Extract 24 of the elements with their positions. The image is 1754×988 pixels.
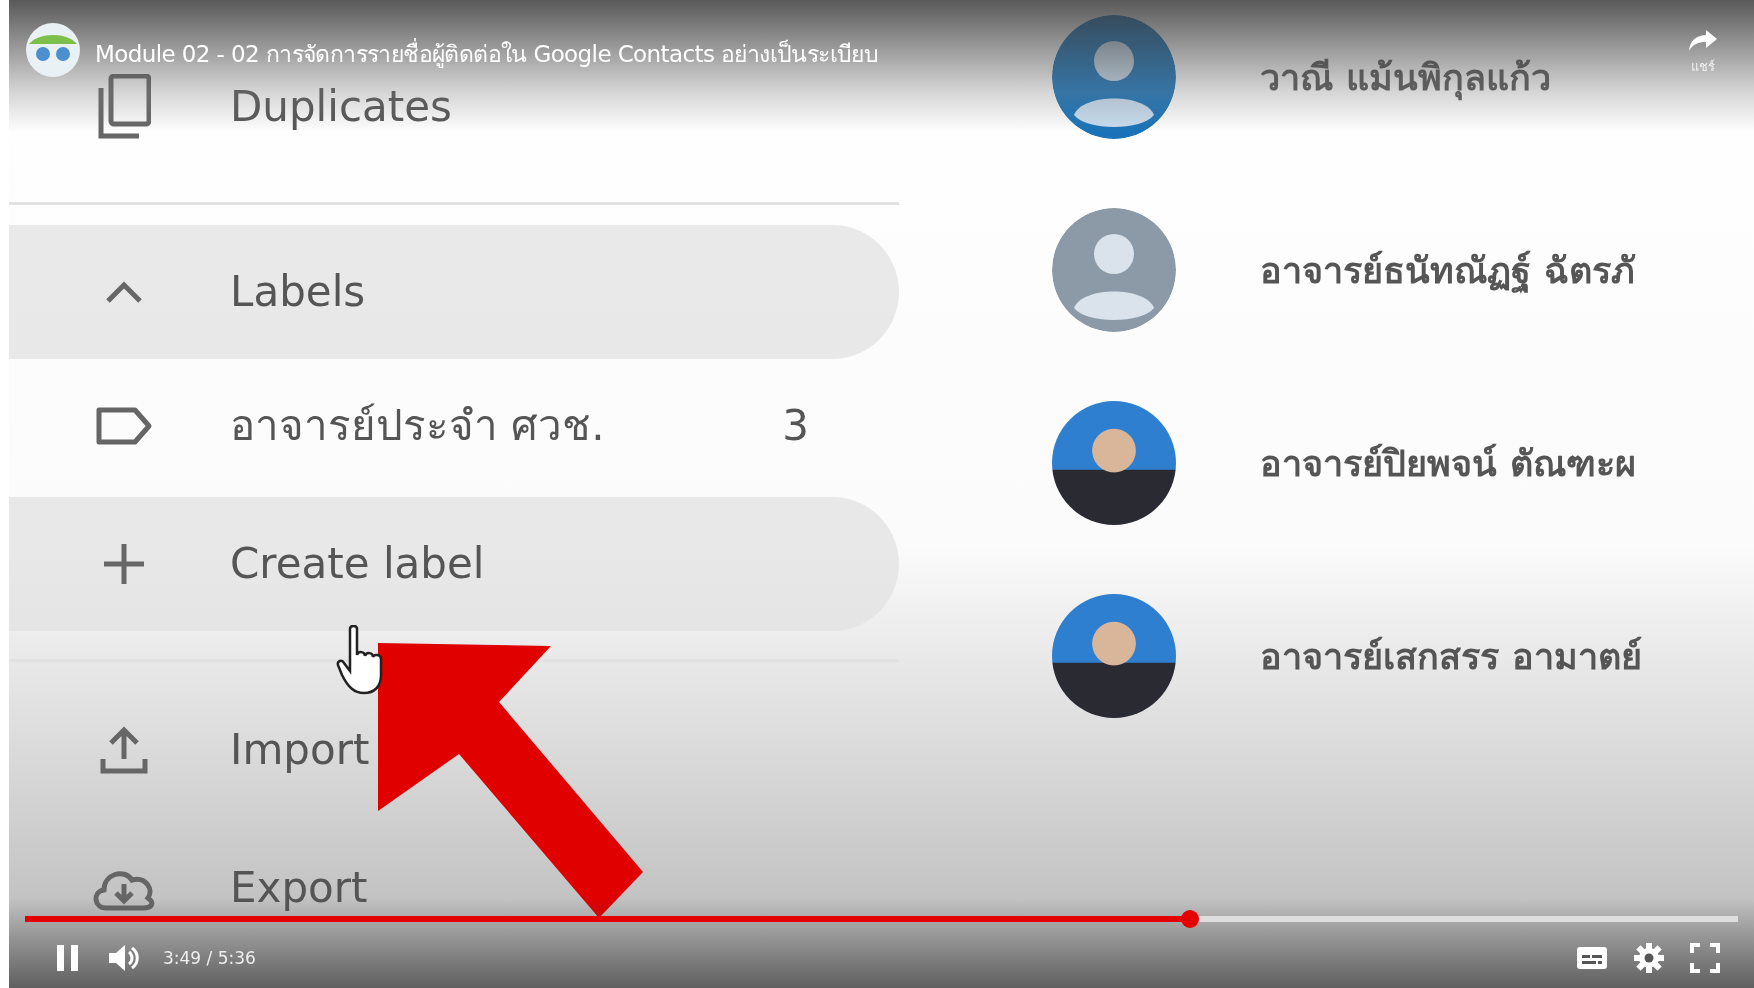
- copy-icon: [97, 74, 151, 140]
- contact-name[interactable]: วาณี แม้นพิกุลแก้ว: [1260, 48, 1551, 106]
- sidebar-item[interactable]: Create label: [9, 497, 899, 631]
- sidebar-item[interactable]: Export: [9, 865, 899, 911]
- contact-name[interactable]: อาจารย์ธนัทณัฏฐ์ ฉัตรภั: [1260, 241, 1635, 299]
- sidebar-item[interactable]: Duplicates: [9, 70, 899, 144]
- sidebar-item[interactable]: Import: [9, 688, 899, 812]
- pause-icon[interactable]: [55, 944, 81, 972]
- chevron-up-icon[interactable]: [104, 279, 144, 305]
- channel-logo-icon[interactable]: [25, 22, 81, 78]
- upload-icon: [99, 725, 149, 775]
- progress-handle[interactable]: [1180, 910, 1199, 928]
- contact-name[interactable]: อาจารย์ปิยพจน์ ตัณฑะผ: [1260, 434, 1636, 492]
- time-display: 3:49 / 5:36: [163, 948, 256, 968]
- subtitles-icon[interactable]: [1576, 945, 1608, 971]
- sidebar-item[interactable]: Labels: [9, 225, 899, 359]
- label-count: 3: [782, 405, 809, 447]
- fullscreen-icon[interactable]: [1690, 943, 1720, 973]
- plus-icon: [102, 542, 146, 586]
- volume-icon[interactable]: [107, 943, 141, 973]
- contact-name[interactable]: อาจารย์เสกสรร อามาตย์: [1260, 627, 1642, 685]
- sidebar-item[interactable]: อาจารย์ประจำ ศวช. 3: [9, 359, 899, 493]
- label-icon: [95, 406, 153, 446]
- share-arrow-icon: [1688, 28, 1718, 52]
